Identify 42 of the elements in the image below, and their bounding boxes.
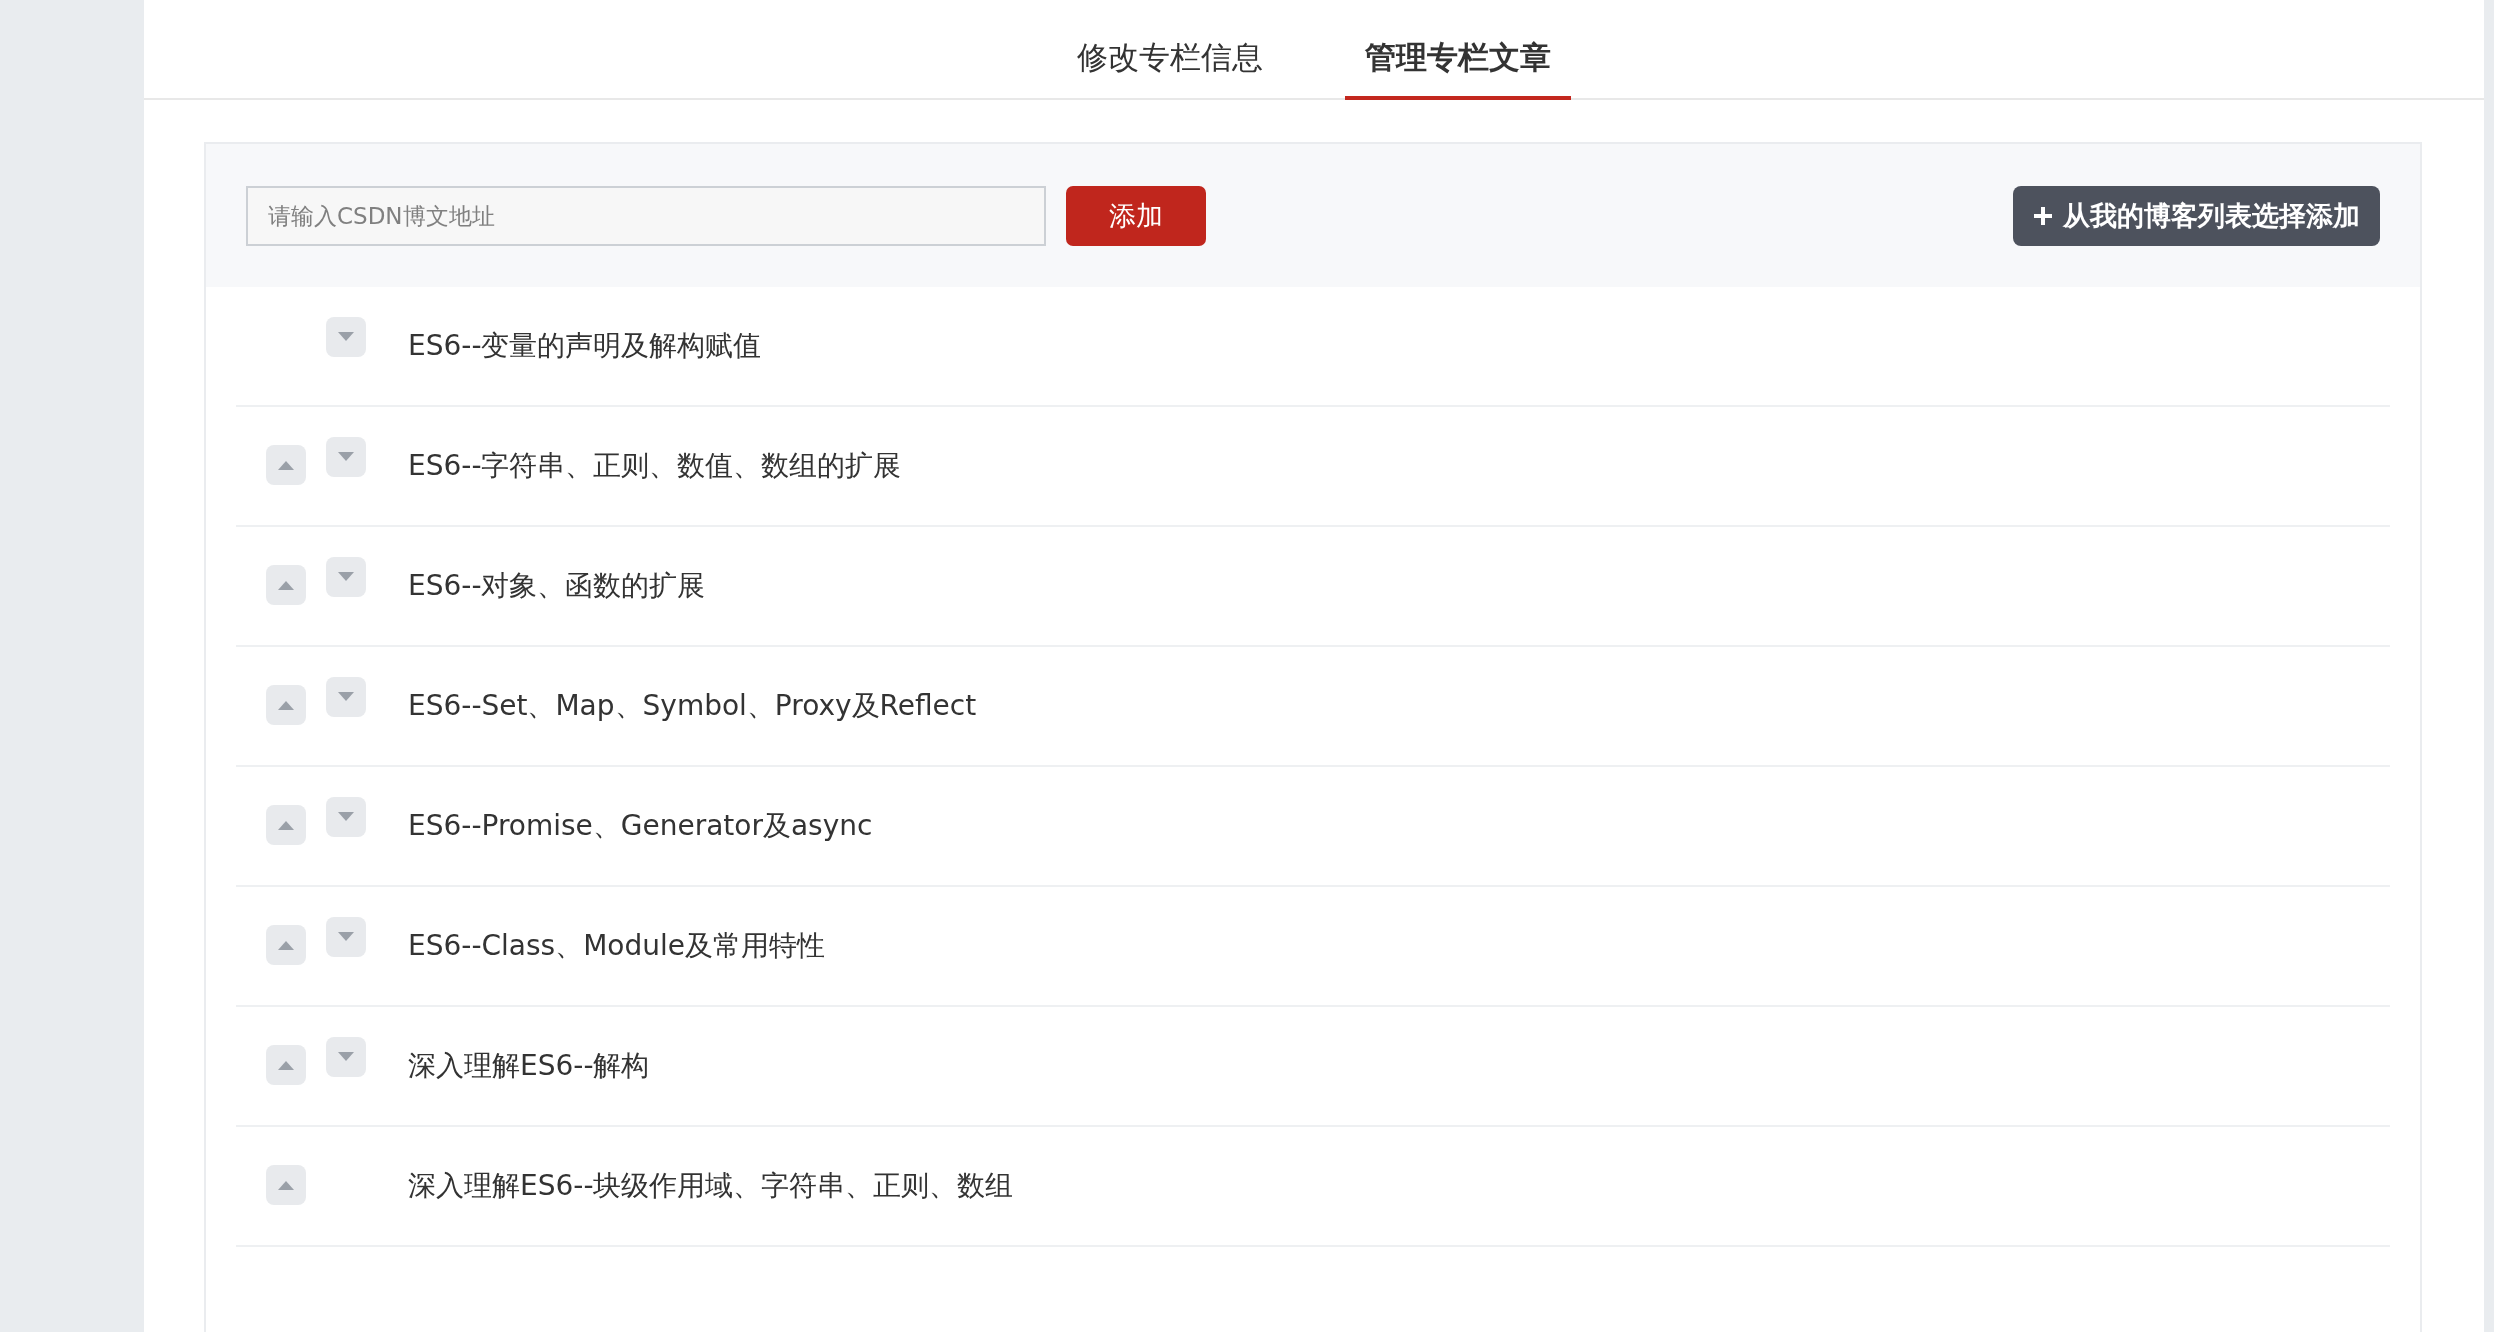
move-down-button[interactable] [326, 557, 366, 597]
caret-up-icon [278, 580, 294, 590]
caret-up-icon [278, 1180, 294, 1190]
move-up-button[interactable] [266, 1045, 306, 1085]
article-title: 深入理解ES6--块级作用域、字符串、正则、数组 [408, 1168, 1014, 1204]
article-title: 深入理解ES6--解构 [408, 1048, 650, 1084]
article-title: ES6--Class、Module及常用特性 [408, 928, 825, 964]
move-up-button[interactable] [266, 685, 306, 725]
caret-down-icon [338, 452, 354, 462]
tab[interactable]: 管理专栏文章 [1345, 0, 1571, 100]
add-button[interactable]: 添加 [1066, 185, 1206, 246]
caret-up-icon [278, 820, 294, 830]
move-up-button[interactable] [266, 925, 306, 965]
plus-icon [2033, 205, 2053, 226]
move-down-button[interactable] [326, 677, 366, 717]
article-title: ES6--对象、函数的扩展 [408, 568, 706, 604]
article-title: ES6--字符串、正则、数值、数组的扩展 [408, 448, 902, 484]
article-title: ES6--变量的声明及解构赋值 [408, 328, 762, 364]
caret-down-icon [338, 1052, 354, 1062]
caret-up-icon [278, 1060, 294, 1070]
pick-from-blog-button[interactable]: 从我的博客列表选择添加 [2013, 185, 2380, 246]
move-down-button[interactable] [326, 437, 366, 477]
article-title: ES6--Set、Map、Symbol、Proxy及Reflect [408, 688, 977, 724]
move-up-button[interactable] [266, 445, 306, 485]
caret-down-icon [338, 692, 354, 702]
article-title: ES6--Promise、Generator及async [408, 808, 873, 844]
move-up-button[interactable] [266, 805, 306, 845]
caret-down-icon [338, 332, 354, 342]
move-down-button[interactable] [326, 917, 366, 957]
tab[interactable]: 修改专栏信息 [1057, 0, 1283, 100]
caret-up-icon [278, 940, 294, 950]
move-up-button[interactable] [266, 1165, 306, 1205]
move-up-button[interactable] [266, 565, 306, 605]
caret-down-icon [338, 812, 354, 822]
move-down-button[interactable] [326, 1037, 366, 1077]
caret-up-icon [278, 700, 294, 710]
caret-down-icon [338, 932, 354, 942]
url-input-field[interactable]: 请输入CSDN博文地址 [246, 185, 1046, 246]
move-down-button[interactable] [326, 797, 366, 837]
caret-down-icon [338, 572, 354, 582]
caret-up-icon [278, 460, 294, 470]
move-down-button[interactable] [326, 317, 366, 357]
